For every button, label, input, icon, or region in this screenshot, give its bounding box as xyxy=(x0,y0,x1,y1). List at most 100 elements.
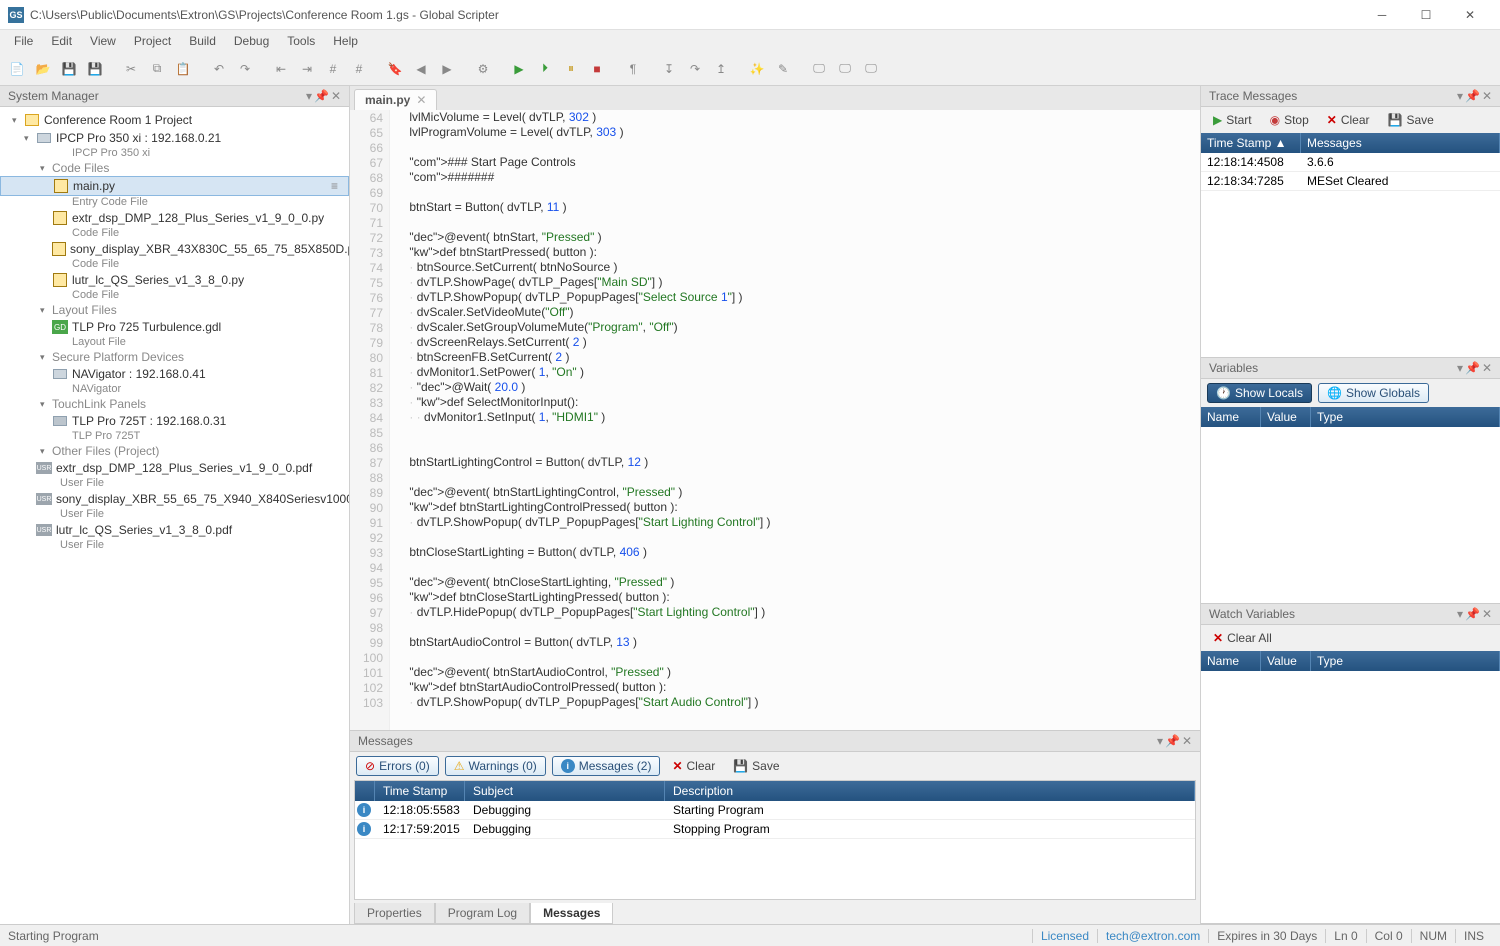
col-description[interactable]: Description xyxy=(665,781,1195,801)
project-tree[interactable]: ▾Conference Room 1 Project▾IPCP Pro 350 … xyxy=(0,107,349,924)
tab-messages[interactable]: Messages xyxy=(530,903,613,924)
editor-tab-main[interactable]: main.py ✕ xyxy=(354,89,437,110)
trace-row[interactable]: 12:18:34:7285MESet Cleared xyxy=(1201,172,1500,191)
tab-properties[interactable]: Properties xyxy=(354,903,435,924)
col-value[interactable]: Value xyxy=(1261,407,1311,427)
tree-codefile-item[interactable]: sony_display_XBR_43X830C_55_65_75_85X850… xyxy=(0,240,349,258)
cut-icon[interactable]: ✂ xyxy=(120,58,142,80)
close-panel-icon[interactable]: ✕ xyxy=(1482,607,1492,621)
code-editor[interactable]: 6465666768697071727374757677787980818283… xyxy=(350,110,1200,730)
message-row[interactable]: i12:17:59:2015DebuggingStopping Program xyxy=(355,820,1195,839)
indent-left-icon[interactable]: ⇤ xyxy=(270,58,292,80)
close-panel-icon[interactable]: ✕ xyxy=(1182,734,1192,748)
col-type[interactable]: Type xyxy=(1311,651,1500,671)
pin-icon[interactable]: 📌 xyxy=(1465,89,1480,103)
menu-project[interactable]: Project xyxy=(126,32,179,50)
trace-clear-button[interactable]: ✕Clear xyxy=(1321,111,1376,129)
menu-tools[interactable]: Tools xyxy=(279,32,323,50)
comment-icon[interactable]: # xyxy=(322,58,344,80)
tree-section[interactable]: ▾ Secure Platform Devices xyxy=(0,349,349,365)
copy-icon[interactable]: ⧉ xyxy=(146,58,168,80)
step-over-icon[interactable]: ↷ xyxy=(684,58,706,80)
indent-right-icon[interactable]: ⇥ xyxy=(296,58,318,80)
trace-stop-button[interactable]: ◉Stop xyxy=(1264,111,1315,129)
redo-icon[interactable]: ↷ xyxy=(234,58,256,80)
stop-icon[interactable]: ■ xyxy=(586,58,608,80)
trace-start-button[interactable]: ▶Start xyxy=(1207,111,1258,129)
col-name[interactable]: Name xyxy=(1201,407,1261,427)
menu-file[interactable]: File xyxy=(6,32,41,50)
dropdown-icon[interactable]: ▾ xyxy=(1457,89,1463,103)
messages-button[interactable]: iMessages (2) xyxy=(552,756,661,776)
warnings-button[interactable]: ⚠Warnings (0) xyxy=(445,756,546,776)
edit-icon[interactable]: ✎ xyxy=(772,58,794,80)
uncomment-icon[interactable]: # xyxy=(348,58,370,80)
col-timestamp[interactable]: Time Stamp xyxy=(1207,136,1271,150)
tree-section[interactable]: ▾ Layout Files xyxy=(0,302,349,318)
save-icon[interactable]: 💾 xyxy=(58,58,80,80)
open-icon[interactable]: 📂 xyxy=(32,58,54,80)
errors-button[interactable]: ⊘Errors (0) xyxy=(356,756,439,776)
close-tab-icon[interactable]: ✕ xyxy=(416,93,426,107)
tree-codefile-item[interactable]: main.py≡ xyxy=(0,176,349,196)
pin-icon[interactable]: 📌 xyxy=(1465,361,1480,375)
tree-tlp-item[interactable]: TLP Pro 725T : 192.168.0.31 xyxy=(0,412,349,430)
monitor1-icon[interactable]: 🖵 xyxy=(808,58,830,80)
pin-icon[interactable]: 📌 xyxy=(1165,734,1180,748)
trace-row[interactable]: 12:18:14:45083.6.6 xyxy=(1201,153,1500,172)
paragraph-icon[interactable]: ¶ xyxy=(622,58,644,80)
trace-save-button[interactable]: 💾Save xyxy=(1382,111,1440,129)
show-locals-button[interactable]: 🕐 Show Locals xyxy=(1207,383,1312,403)
tree-section[interactable]: ▾ TouchLink Panels xyxy=(0,396,349,412)
tree-codefile-item[interactable]: extr_dsp_DMP_128_Plus_Series_v1_9_0_0.py xyxy=(0,209,349,227)
prev-bookmark-icon[interactable]: ◀ xyxy=(410,58,432,80)
menu-help[interactable]: Help xyxy=(325,32,366,50)
minimize-button[interactable]: ─ xyxy=(1360,1,1404,29)
clear-button[interactable]: ✕Clear xyxy=(666,757,721,775)
new-icon[interactable]: 📄 xyxy=(6,58,28,80)
menu-edit[interactable]: Edit xyxy=(43,32,80,50)
tree-otherfile-item[interactable]: USRsony_display_XBR_55_65_75_X940_X840Se… xyxy=(0,490,349,508)
undo-icon[interactable]: ↶ xyxy=(208,58,230,80)
dropdown-icon[interactable]: ▾ xyxy=(306,89,312,103)
pause-icon[interactable]: ⏸ xyxy=(560,58,582,80)
continue-icon[interactable]: ⏵ xyxy=(534,58,556,80)
close-panel-icon[interactable]: ✕ xyxy=(1482,89,1492,103)
messages-table[interactable]: Time Stamp Subject Description i12:18:05… xyxy=(354,780,1196,900)
col-timestamp[interactable]: Time Stamp xyxy=(375,781,465,801)
col-subject[interactable]: Subject xyxy=(465,781,665,801)
tab-program-log[interactable]: Program Log xyxy=(435,903,530,924)
menu-view[interactable]: View xyxy=(82,32,124,50)
save-button[interactable]: 💾Save xyxy=(727,757,785,775)
col-value[interactable]: Value xyxy=(1261,651,1311,671)
bookmark-icon[interactable]: 🔖 xyxy=(384,58,406,80)
monitor2-icon[interactable]: 🖵 xyxy=(834,58,856,80)
tree-codefile-item[interactable]: lutr_lc_QS_Series_v1_3_8_0.py xyxy=(0,271,349,289)
build-icon[interactable]: ⚙ xyxy=(472,58,494,80)
tree-layout-item[interactable]: GDTLP Pro 725 Turbulence.gdl xyxy=(0,318,349,336)
tree-otherfile-item[interactable]: USRlutr_lc_QS_Series_v1_3_8_0.pdf xyxy=(0,521,349,539)
status-email[interactable]: tech@extron.com xyxy=(1097,929,1208,943)
col-name[interactable]: Name xyxy=(1201,651,1261,671)
tree-secure-item[interactable]: NAVigator : 192.168.0.41 xyxy=(0,365,349,383)
maximize-button[interactable]: ☐ xyxy=(1404,1,1448,29)
col-messages[interactable]: Messages xyxy=(1301,133,1500,153)
pin-icon[interactable]: 📌 xyxy=(314,89,329,103)
code-area[interactable]: lvlMicVolume = Level( dvTLP, 302 ) lvlPr… xyxy=(390,110,1200,730)
clear-all-button[interactable]: ✕Clear All xyxy=(1207,629,1278,647)
close-panel-icon[interactable]: ✕ xyxy=(331,89,341,103)
tree-otherfile-item[interactable]: USRextr_dsp_DMP_128_Plus_Series_v1_9_0_0… xyxy=(0,459,349,477)
menu-debug[interactable]: Debug xyxy=(226,32,277,50)
menu-build[interactable]: Build xyxy=(181,32,224,50)
tree-section[interactable]: ▾ Code Files xyxy=(0,160,349,176)
dropdown-icon[interactable]: ▾ xyxy=(1457,361,1463,375)
close-button[interactable]: ✕ xyxy=(1448,1,1492,29)
run-icon[interactable]: ▶ xyxy=(508,58,530,80)
paste-icon[interactable]: 📋 xyxy=(172,58,194,80)
monitor3-icon[interactable]: 🖵 xyxy=(860,58,882,80)
tree-device[interactable]: ▾IPCP Pro 350 xi : 192.168.0.21 xyxy=(0,129,349,147)
show-globals-button[interactable]: 🌐 Show Globals xyxy=(1318,383,1429,403)
message-row[interactable]: i12:18:05:5583DebuggingStarting Program xyxy=(355,801,1195,820)
wand-icon[interactable]: ✨ xyxy=(746,58,768,80)
sort-asc-icon[interactable]: ▲ xyxy=(1275,136,1287,150)
